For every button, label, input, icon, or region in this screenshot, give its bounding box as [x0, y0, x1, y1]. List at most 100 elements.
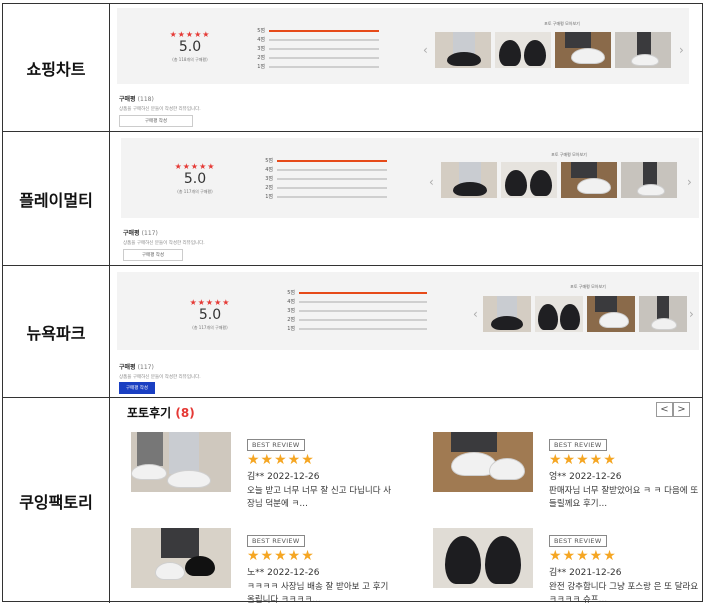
comparison-table: 쇼핑차트 ★★★★★ 5.0 (총 118개의 구매평) 5점 4점 3점 2점…: [2, 3, 703, 603]
dist-row-1: 1점: [245, 62, 379, 71]
row-label: 플레이멀티: [19, 190, 93, 210]
review-card[interactable]: BEST REVIEW ★★★★★ 엉** 2022-12-26 판매자님 너무…: [433, 432, 702, 509]
dist-bar: [299, 291, 427, 294]
review-card[interactable]: BEST REVIEW ★★★★★ 노** 2022-12-26 ㅋㅋㅋㅋ 사장…: [131, 528, 401, 603]
photo-reviews-title-text: 포토후기: [127, 406, 172, 420]
rating-stars: ★★★★★: [169, 30, 211, 39]
review-text: ㅋㅋㅋㅋ 사장님 배송 잘 받아보 고 후기 올립니다 ㅋㅋㅋㅋ…: [247, 582, 389, 603]
rating-summary-panel: ★★★★★ 5.0 (총 117개의 구매평) 5점 4점 3점 2점 1점 포…: [121, 138, 699, 218]
reviews-description: 상품을 구매하신 분들이 작성한 리뷰입니다.: [123, 241, 205, 246]
dist-bar: [269, 56, 379, 59]
review-card-info: BEST REVIEW ★★★★★ 김** 2021-12-26 완전 강추합니…: [549, 528, 699, 603]
dist-bar: [269, 29, 379, 32]
review-text: 오늘 받고 너무 너무 잘 신고 다닙니다 사장님 덕분에 ㅋ…: [247, 486, 392, 509]
rating-score: 5.0: [198, 307, 222, 323]
prev-button[interactable]: <: [656, 402, 673, 417]
row-label-cell: 쇼핑차트: [3, 4, 110, 131]
review-card-info: BEST REVIEW ★★★★★ 노** 2022-12-26 ㅋㅋㅋㅋ 사장…: [247, 528, 397, 603]
dist-row-4: 4점: [253, 165, 387, 174]
rating-score: 5.0: [178, 39, 202, 55]
rating-count: (총 117개의 구매평): [177, 189, 213, 194]
review-card-photo[interactable]: [433, 432, 533, 492]
review-card[interactable]: BEST REVIEW ★★★★★ 김** 2022-12-26 오늘 받고 너…: [131, 432, 401, 509]
review-photo[interactable]: [435, 32, 491, 68]
review-photo[interactable]: [587, 296, 635, 332]
dist-bar: [269, 38, 379, 41]
dist-bar: [299, 327, 427, 330]
review-card[interactable]: BEST REVIEW ★★★★★ 김** 2021-12-26 완전 강추합니…: [433, 528, 702, 603]
best-review-badge: BEST REVIEW: [247, 535, 305, 547]
dist-row-4: 4점: [275, 297, 427, 306]
write-review-button[interactable]: 구매평 작성: [119, 382, 155, 394]
row-label: 쇼핑차트: [26, 59, 86, 79]
reviews-description: 상품을 구매하신 분들이 작성한 리뷰입니다.: [119, 107, 201, 112]
review-card-photo[interactable]: [433, 528, 533, 588]
row-label-cell: 뉴욕파크: [3, 266, 110, 397]
photo-prev-arrow[interactable]: ‹: [423, 44, 428, 56]
photo-next-arrow[interactable]: ›: [679, 44, 684, 56]
dist-label: 4점: [265, 167, 273, 173]
dist-bar: [277, 186, 387, 189]
review-photo[interactable]: [561, 162, 617, 198]
dist-row-5: 5점: [245, 26, 379, 35]
dist-row-2: 2점: [245, 53, 379, 62]
photo-reviews-count: (8): [175, 406, 195, 420]
reviews-count: (117): [137, 364, 154, 371]
review-photo[interactable]: [441, 162, 497, 198]
photo-next-arrow[interactable]: ›: [687, 176, 692, 188]
dist-row-5: 5점: [253, 156, 387, 165]
photo-review-widget: 포토후기 (8) < > BEST REVIEW ★★★★★ 김** 2022-…: [111, 398, 702, 603]
rating-summary-panel: ★★★★★ 5.0 (총 118개의 구매평) 5점 4점 3점 2점 1점 포…: [117, 8, 689, 84]
dist-bar: [299, 309, 427, 312]
rating-score-box: ★★★★★ 5.0 (총 118개의 구매평): [155, 30, 225, 63]
rating-stars: ★★★★★: [189, 298, 231, 307]
row-label: 쿠잉팩토리: [19, 492, 93, 512]
photo-section-title: 포토 구매평 모아보기: [551, 152, 587, 157]
photo-prev-arrow[interactable]: ‹: [473, 308, 478, 320]
photo-thumbnails: [441, 162, 677, 198]
review-photo[interactable]: [639, 296, 687, 332]
rating-distribution: 5점 4점 3점 2점 1점: [275, 288, 427, 333]
photo-reviews-title: 포토후기 (8): [127, 404, 195, 421]
review-photo[interactable]: [501, 162, 557, 198]
rating-score-box: ★★★★★ 5.0 (총 117개의 구매평): [159, 162, 231, 195]
dist-fill: [277, 159, 387, 162]
dist-label: 5점: [265, 158, 273, 164]
reviews-label-text: 구매평: [119, 364, 136, 371]
best-review-badge: BEST REVIEW: [549, 535, 607, 547]
review-photo[interactable]: [483, 296, 531, 332]
dist-label: 1점: [257, 64, 265, 70]
row-newyork-park: 뉴욕파크 ★★★★★ 5.0 (총 117개의 구매평) 5점 4점 3점 2점…: [3, 266, 702, 398]
dist-row-1: 1점: [253, 192, 387, 201]
photo-prev-arrow[interactable]: ‹: [429, 176, 434, 188]
dist-label: 3점: [257, 46, 265, 52]
dist-bar: [277, 168, 387, 171]
review-stars: ★★★★★: [247, 452, 315, 468]
reviews-label: 구매평 (118): [119, 94, 154, 103]
rating-count: (총 117개의 구매평): [192, 325, 228, 330]
review-widget: ★★★★★ 5.0 (총 117개의 구매평) 5점 4점 3점 2점 1점 포…: [111, 266, 702, 397]
dist-row-5: 5점: [275, 288, 427, 297]
best-review-badge: BEST REVIEW: [247, 439, 305, 451]
review-stars: ★★★★★: [247, 548, 315, 564]
photo-thumbnails: [483, 296, 687, 332]
review-card-photo[interactable]: [131, 528, 231, 588]
next-button[interactable]: >: [673, 402, 690, 417]
dist-row-3: 3점: [275, 306, 427, 315]
review-card-photo[interactable]: [131, 432, 231, 492]
photo-section-title: 포토 구매평 모아보기: [544, 21, 580, 26]
write-review-button[interactable]: 구매평 작성: [119, 115, 193, 127]
review-author-date: 노** 2022-12-26: [247, 568, 320, 578]
photo-next-arrow[interactable]: ›: [689, 308, 694, 320]
review-photo[interactable]: [615, 32, 671, 68]
reviews-label: 구매평 (117): [123, 228, 158, 237]
review-photo[interactable]: [495, 32, 551, 68]
review-photo[interactable]: [621, 162, 677, 198]
review-author-date: 김** 2021-12-26: [549, 568, 622, 578]
dist-bar: [299, 318, 427, 321]
dist-bar: [299, 300, 427, 303]
review-photo[interactable]: [555, 32, 611, 68]
reviews-label-text: 구매평: [119, 96, 136, 103]
write-review-button[interactable]: 구매평 작성: [123, 249, 183, 261]
review-photo[interactable]: [535, 296, 583, 332]
